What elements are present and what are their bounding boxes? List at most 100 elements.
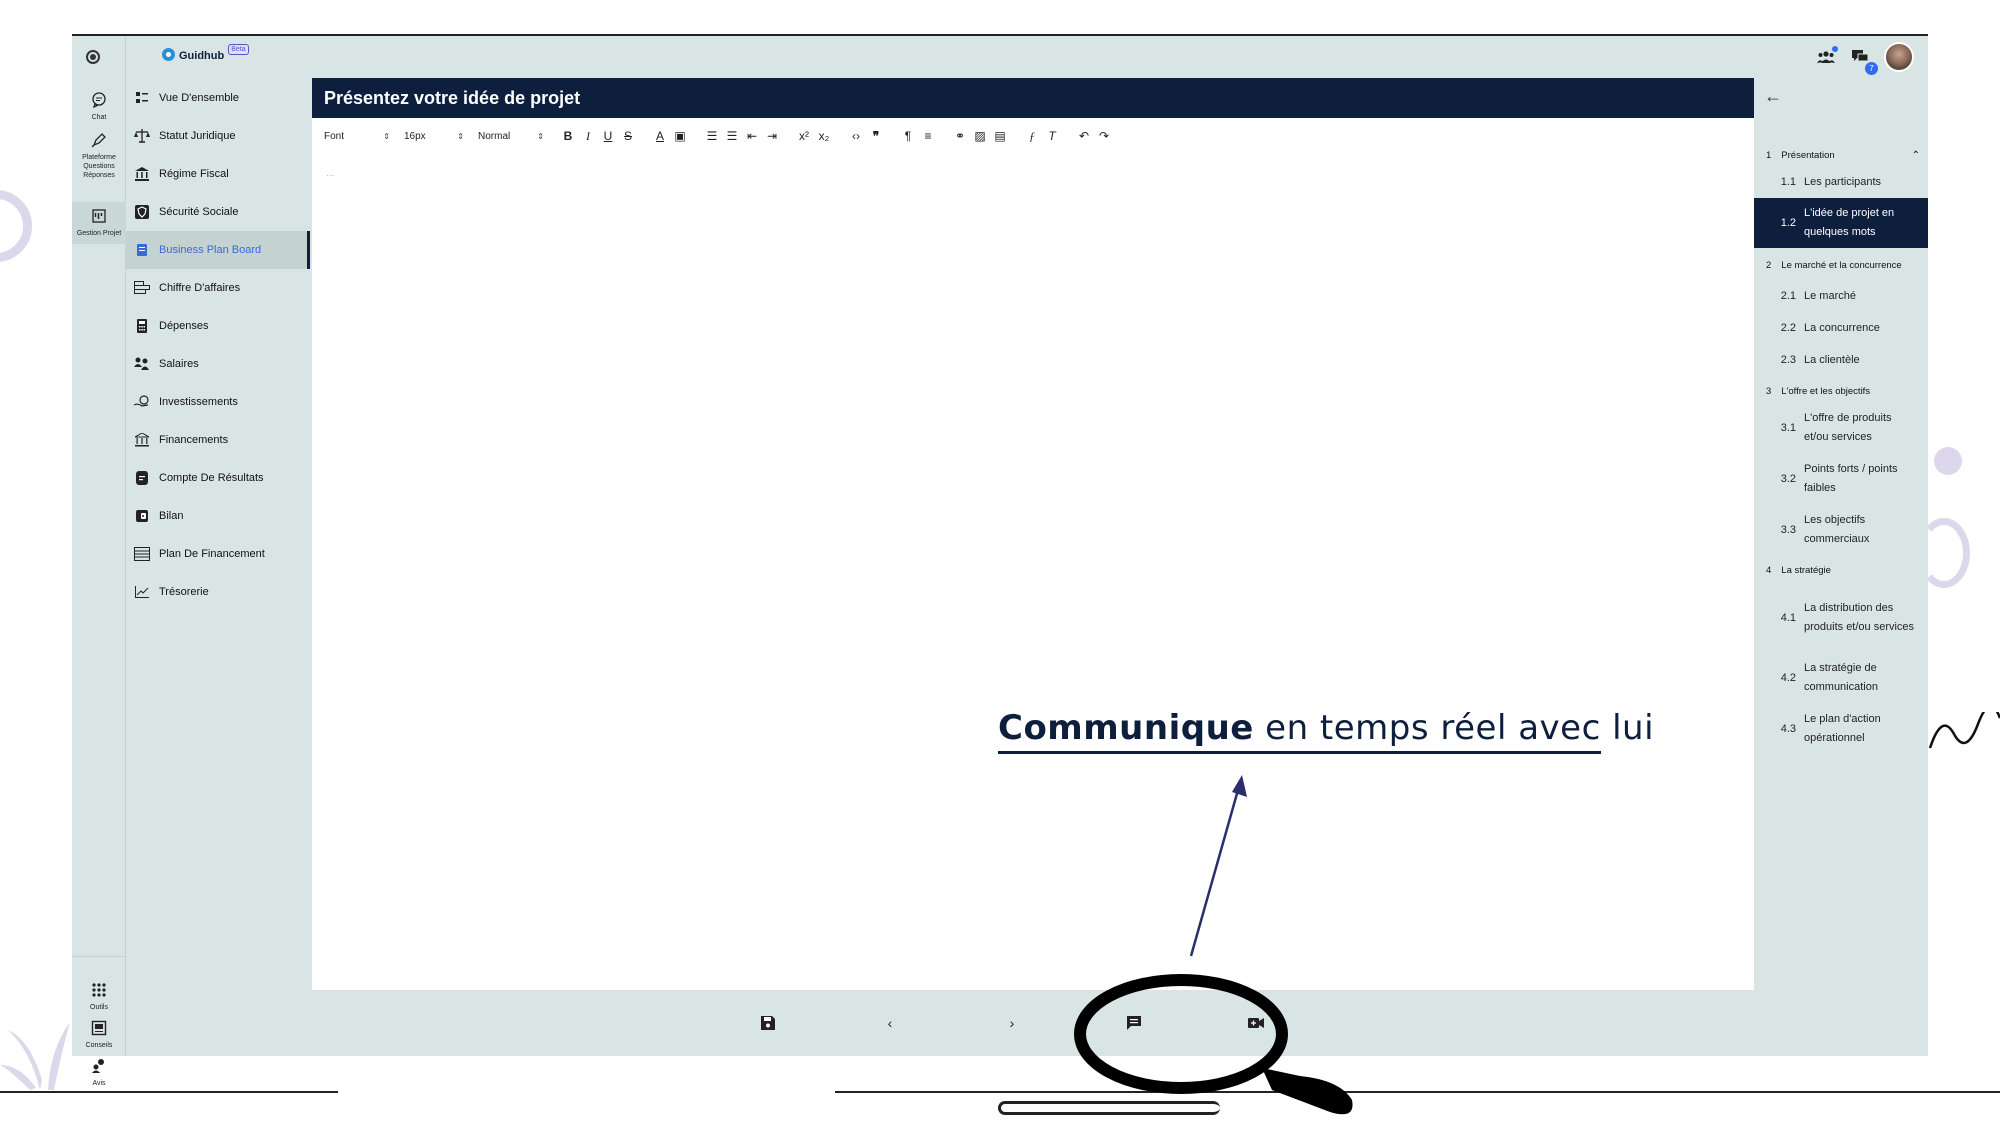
quote-icon[interactable]: ❞ [866, 129, 886, 143]
outline-section-2[interactable]: 2 Le marché et la concurrence [1754, 253, 1928, 277]
subscript-icon[interactable]: x₂ [814, 129, 834, 143]
outline-item-3-2[interactable]: 3.2 Points forts / points faibles [1754, 457, 1928, 501]
sidebar-item-income-statement[interactable]: Compte De Résultats [126, 459, 310, 497]
outline-item-4-1[interactable]: 4.1 La distribution des produits et/ou s… [1754, 588, 1928, 648]
sidebar-item-financing-plan[interactable]: Plan De Financement [126, 535, 310, 573]
sidebar-item-treasury[interactable]: Trésorerie [126, 573, 310, 611]
outline-section-3[interactable]: 3 L'offre et les objectifs [1754, 379, 1928, 403]
save-icon[interactable] [757, 1012, 779, 1034]
app-logo[interactable]: Guidhub Beta [162, 43, 249, 62]
outline-item-1-1[interactable]: 1.1 Les participants [1754, 166, 1928, 198]
sidebar-item-label: Dépenses [159, 320, 209, 332]
sidebar-item-label: Salaires [159, 358, 199, 370]
undo-icon[interactable]: ↶ [1074, 129, 1094, 143]
highlight-icon[interactable]: ▣ [670, 129, 690, 143]
project-board-icon [92, 209, 106, 223]
strike-icon[interactable]: S [618, 129, 638, 143]
top-bar: Guidhub Beta 7 [72, 36, 1928, 78]
annotation-text: en temps réel avec lui [1253, 708, 1655, 748]
sidebar-item-financing[interactable]: Financements [126, 421, 310, 459]
comment-icon[interactable] [1123, 1012, 1145, 1034]
editor-title: Présentez votre idée de projet [312, 78, 1754, 118]
user-avatar[interactable] [1884, 42, 1914, 72]
rail-item-qa[interactable]: Plateforme Questions Réponses [72, 132, 126, 180]
rail-item-chat[interactable]: Chat [72, 92, 126, 122]
outdent-icon[interactable]: ⇤ [742, 129, 762, 143]
sidebar-item-balance-sheet[interactable]: Bilan [126, 497, 310, 535]
style-select[interactable]: Normal ⇕ [478, 131, 544, 142]
sidebar-item-overview[interactable]: Vue D'ensemble [126, 79, 310, 117]
decorative-ring [0, 190, 32, 262]
text-color-icon[interactable]: A [650, 129, 670, 143]
rail-label: Outils [90, 1004, 108, 1011]
outline-item-4-2[interactable]: 4.2 La stratégie de communication [1754, 656, 1928, 700]
clear-format-icon[interactable]: T [1042, 129, 1062, 143]
chevron-up-icon[interactable]: ⌃ [1912, 150, 1920, 161]
sidebar-item-investments[interactable]: Investissements [126, 383, 310, 421]
outline-item-3-3[interactable]: 3.3 Les objectifs commerciaux [1754, 508, 1928, 552]
item-number: 3.3 [1780, 523, 1796, 536]
outline-item-2-1[interactable]: 2.1 Le marché [1754, 281, 1928, 311]
project-sidebar: Vue D'ensemble Statut Juridique Régime F… [126, 78, 310, 1056]
item-label: La stratégie de communication [1804, 662, 1878, 693]
outline-section-4[interactable]: 4 La stratégie [1754, 558, 1928, 582]
select-arrows-icon: ⇕ [383, 131, 390, 141]
rail-item-reviews[interactable]: Avis [72, 1058, 126, 1088]
sidebar-item-revenue[interactable]: Chiffre D'affaires [126, 269, 310, 307]
indent-icon[interactable]: ⇥ [762, 129, 782, 143]
align-icon[interactable]: ≡ [918, 129, 938, 143]
formula-icon[interactable]: ƒ [1022, 129, 1042, 144]
ordered-list-icon[interactable]: ☰ [702, 129, 722, 143]
sidebar-item-social-security[interactable]: Sécurité Sociale [126, 193, 310, 231]
video-icon[interactable]: ▤ [990, 129, 1010, 143]
size-select[interactable]: 16px ⇕ [404, 131, 464, 142]
sidebar-item-legal-status[interactable]: Statut Juridique [126, 117, 310, 155]
outline-item-1-2[interactable]: 1.2 L'idée de projet en quelques mots [1754, 198, 1928, 248]
back-arrow-icon[interactable]: ← [1764, 86, 1782, 107]
text-direction-icon[interactable]: ¶ [898, 129, 918, 143]
shield-icon [134, 204, 150, 220]
messages-icon[interactable]: 7 [1850, 47, 1878, 75]
style-select-value: Normal [478, 130, 511, 142]
menu-toggle-icon[interactable] [86, 50, 100, 64]
annotation-caption: Communique en temps réel avec lui [998, 708, 1654, 748]
superscript-icon[interactable]: x² [794, 129, 814, 143]
redo-icon[interactable]: ↷ [1094, 129, 1114, 143]
link-icon[interactable]: ⚭ [950, 129, 970, 143]
scale-icon [134, 128, 150, 144]
image-icon[interactable]: ▨ [970, 129, 990, 143]
notification-dot [1832, 46, 1838, 52]
sidebar-item-salaries[interactable]: Salaires [126, 345, 310, 383]
item-label: L'offre de produits et/ou services [1804, 412, 1892, 443]
outline-item-2-3[interactable]: 2.3 La clientèle [1754, 345, 1928, 375]
outline-section-1[interactable]: 1 Présentation ⌃ [1754, 146, 1928, 164]
outline-item-4-3[interactable]: 4.3 Le plan d'action opérationnel [1754, 707, 1928, 751]
top-actions: 7 [1816, 42, 1914, 75]
rail-item-project[interactable]: Gestion Projet [72, 202, 126, 244]
team-icon[interactable] [1816, 46, 1838, 67]
sidebar-item-business-plan-board[interactable]: Business Plan Board [126, 231, 310, 269]
rail-item-tools[interactable]: Outils [72, 982, 126, 1012]
previous-icon[interactable]: ‹ [879, 1012, 901, 1034]
divider [72, 956, 126, 957]
outline-item-3-1[interactable]: 3.1 L'offre de produits et/ou services [1754, 406, 1928, 450]
editor-content[interactable]: ... [326, 168, 334, 179]
underline-icon[interactable]: U [598, 129, 618, 143]
sidebar-item-label: Sécurité Sociale [159, 206, 239, 218]
font-select[interactable]: Font ⇕ [324, 131, 390, 142]
rail-item-advice[interactable]: Conseils [72, 1020, 126, 1050]
video-call-icon[interactable] [1245, 1012, 1267, 1034]
code-icon[interactable]: ‹› [846, 129, 866, 143]
next-icon[interactable]: › [1001, 1012, 1023, 1034]
bold-icon[interactable]: B [558, 129, 578, 143]
advice-board-icon [91, 1020, 107, 1036]
sidebar-item-tax[interactable]: Régime Fiscal [126, 155, 310, 193]
money-hand-icon [134, 394, 150, 410]
item-label: Les objectifs commerciaux [1804, 514, 1870, 545]
italic-icon[interactable]: I [578, 129, 598, 144]
outline-item-2-2[interactable]: 2.2 La concurrence [1754, 313, 1928, 343]
sidebar-item-expenses[interactable]: Dépenses [126, 307, 310, 345]
line-chart-icon [134, 584, 150, 600]
bullet-list-icon[interactable]: ☰ [722, 129, 742, 143]
item-number: 4.2 [1780, 671, 1796, 684]
